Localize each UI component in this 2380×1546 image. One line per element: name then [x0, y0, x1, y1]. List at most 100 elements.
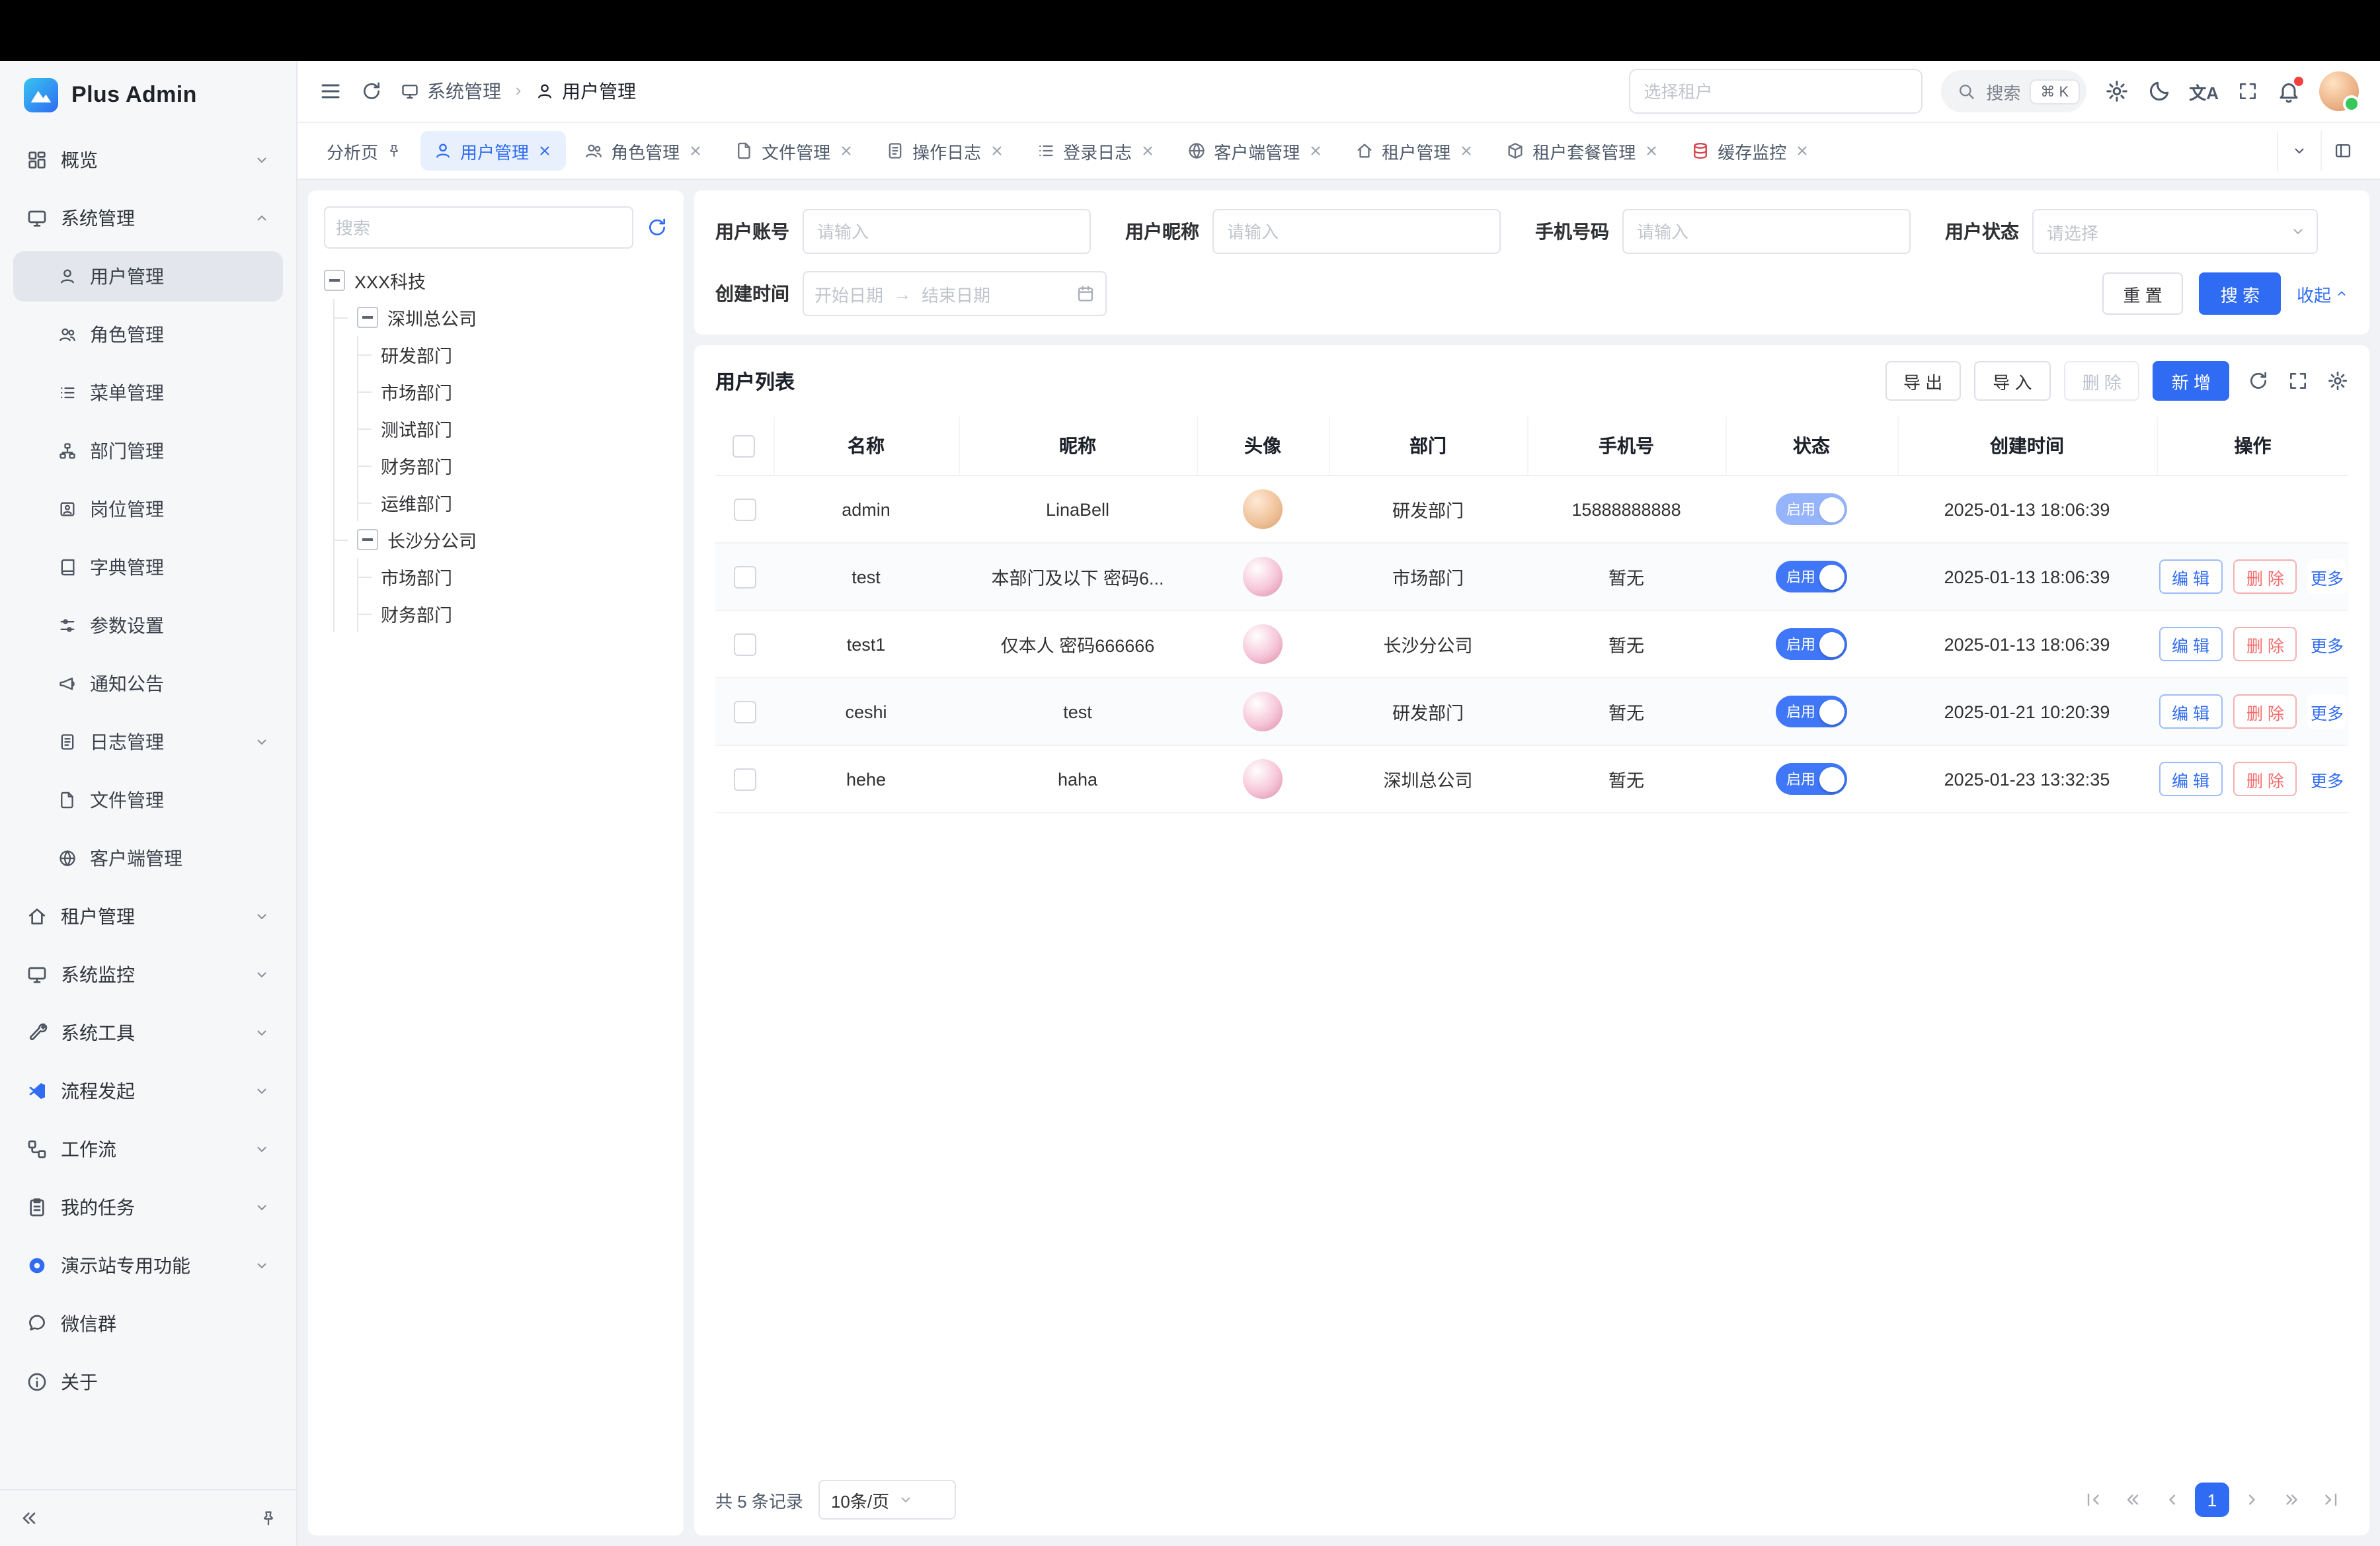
row-checkbox[interactable]	[733, 700, 756, 723]
sidebar-item-log-management[interactable]: 日志管理	[13, 717, 283, 767]
sidebar-item-demo-features[interactable]: 演示站专用功能	[13, 1241, 283, 1291]
delete-button[interactable]: 删 除	[2064, 361, 2140, 401]
status-select[interactable]: 请选择	[2032, 209, 2318, 254]
more-button[interactable]: 更多	[2308, 627, 2346, 661]
status-toggle[interactable]: 启用	[1776, 561, 1847, 592]
phone-input[interactable]	[1622, 209, 1911, 254]
tab-tenant-package-management[interactable]: 租户套餐管理	[1493, 131, 1673, 171]
close-icon[interactable]	[1794, 143, 1810, 159]
tab-client-management[interactable]: 客户端管理	[1174, 131, 1337, 171]
sidebar-item-menu-management[interactable]: 菜单管理	[13, 368, 283, 418]
tree-node-dept[interactable]: 财务部门	[358, 595, 668, 632]
sidebar-item-overview[interactable]: 概览	[13, 135, 283, 185]
sidebar-item-system-monitor[interactable]: 系统监控	[13, 950, 283, 1000]
tree-collapse-icon[interactable]	[324, 270, 345, 291]
app-logo[interactable]: Plus Admin	[0, 61, 296, 130]
edit-button[interactable]: 编 辑	[2159, 627, 2223, 661]
row-checkbox[interactable]	[733, 633, 756, 655]
add-button[interactable]: 新 增	[2153, 361, 2229, 401]
select-all-checkbox[interactable]	[733, 435, 756, 458]
bell-icon[interactable]	[2277, 79, 2301, 103]
sidebar-item-role-management[interactable]: 角色管理	[13, 309, 283, 360]
sidebar-item-flow-start[interactable]: 流程发起	[13, 1066, 283, 1116]
column-settings-icon[interactable]	[2327, 370, 2348, 391]
close-icon[interactable]	[688, 143, 703, 159]
sidebar-item-tenant-management[interactable]: 租户管理	[13, 891, 283, 942]
import-button[interactable]: 导 入	[1974, 361, 2050, 401]
close-icon[interactable]	[1644, 143, 1659, 159]
status-toggle[interactable]: 启用	[1776, 628, 1847, 660]
sidebar-item-file-management[interactable]: 文件管理	[13, 775, 283, 825]
status-toggle[interactable]: 启用	[1776, 763, 1847, 795]
sidebar-item-client-management[interactable]: 客户端管理	[13, 833, 283, 883]
tab-login-log[interactable]: 登录日志	[1023, 131, 1169, 171]
sidebar-item-department-management[interactable]: 部门管理	[13, 426, 283, 476]
fullscreen-icon[interactable]	[2237, 81, 2258, 102]
tab-cache-monitor[interactable]: 缓存监控	[1678, 131, 1823, 171]
user-avatar[interactable]	[2319, 71, 2359, 111]
first-page-button[interactable]	[2076, 1483, 2110, 1517]
sidebar-item-wechat-group[interactable]: 微信群	[13, 1299, 283, 1349]
tree-search-input[interactable]	[324, 206, 633, 249]
tree-node-dept[interactable]: 测试部门	[358, 410, 668, 447]
close-icon[interactable]	[1458, 143, 1474, 159]
page-size-select[interactable]: 10条/页	[819, 1480, 957, 1520]
last-page-button[interactable]	[2314, 1483, 2348, 1517]
date-range-picker[interactable]: 开始日期 → 结束日期	[803, 271, 1107, 316]
row-checkbox[interactable]	[733, 768, 756, 790]
row-checkbox[interactable]	[733, 565, 756, 588]
breadcrumb-user-management[interactable]: 用户管理	[536, 78, 636, 104]
edit-button[interactable]: 编 辑	[2159, 694, 2223, 729]
tab-list-chevron-icon[interactable]	[2277, 131, 2320, 171]
search-button[interactable]: 搜 索	[2200, 272, 2281, 315]
reset-button[interactable]: 重 置	[2102, 272, 2183, 315]
refresh-table-icon[interactable]	[2248, 370, 2269, 391]
more-button[interactable]: 更多	[2308, 762, 2346, 796]
fullscreen-table-icon[interactable]	[2287, 370, 2309, 391]
language-icon[interactable]: 文A	[2189, 79, 2219, 104]
tree-collapse-icon[interactable]	[357, 529, 378, 550]
tree-node-dept[interactable]: 财务部门	[358, 447, 668, 484]
more-button[interactable]: 更多	[2308, 559, 2346, 594]
breadcrumb-system-management[interactable]: 系统管理	[401, 78, 501, 104]
gear-icon[interactable]	[2104, 79, 2128, 103]
account-input[interactable]	[803, 209, 1091, 254]
refresh-page-icon[interactable]	[361, 81, 382, 102]
hamburger-menu-icon[interactable]	[319, 79, 342, 103]
delete-row-button[interactable]: 删 除	[2233, 559, 2297, 594]
sidebar-item-my-tasks[interactable]: 我的任务	[13, 1182, 283, 1233]
tree-refresh-icon[interactable]	[647, 217, 668, 238]
close-icon[interactable]	[838, 143, 854, 159]
sidebar-item-system-management[interactable]: 系统管理	[13, 193, 283, 243]
jump-back-button[interactable]	[2116, 1483, 2150, 1517]
sidebar-item-about[interactable]: 关于	[13, 1357, 283, 1407]
delete-row-button[interactable]: 删 除	[2233, 627, 2297, 661]
edit-button[interactable]: 编 辑	[2159, 559, 2223, 594]
close-icon[interactable]	[537, 143, 553, 159]
tree-node-branch[interactable]: 长沙分公司	[335, 521, 668, 558]
sidebar-item-param-settings[interactable]: 参数设置	[13, 600, 283, 651]
sidebar-item-user-management[interactable]: 用户管理	[13, 251, 283, 302]
nickname-input[interactable]	[1212, 209, 1501, 254]
tab-operation-log[interactable]: 操作日志	[873, 131, 1018, 171]
tree-node-dept[interactable]: 研发部门	[358, 336, 668, 373]
collapse-sidebar-icon[interactable]	[19, 1508, 40, 1529]
delete-row-button[interactable]: 删 除	[2233, 762, 2297, 796]
tree-node-dept[interactable]: 市场部门	[358, 373, 668, 410]
close-icon[interactable]	[989, 143, 1005, 159]
tree-node-company-root[interactable]: XXX科技	[324, 262, 668, 299]
export-button[interactable]: 导 出	[1885, 361, 1961, 401]
close-icon[interactable]	[1308, 143, 1324, 159]
tab-layout-icon[interactable]	[2320, 131, 2364, 171]
tab-user-management[interactable]: 用户管理	[420, 131, 566, 171]
tab-role-management[interactable]: 角色管理	[571, 131, 717, 171]
tree-collapse-icon[interactable]	[357, 307, 378, 328]
collapse-filters-link[interactable]: 收起	[2297, 281, 2348, 306]
pin-sidebar-icon[interactable]	[259, 1509, 278, 1527]
jump-forward-button[interactable]	[2274, 1483, 2309, 1517]
delete-row-button[interactable]: 删 除	[2233, 694, 2297, 729]
tab-file-management[interactable]: 文件管理	[722, 131, 867, 171]
tenant-select-input[interactable]	[1629, 69, 1923, 114]
more-button[interactable]: 更多	[2308, 694, 2346, 729]
close-icon[interactable]	[1140, 143, 1156, 159]
